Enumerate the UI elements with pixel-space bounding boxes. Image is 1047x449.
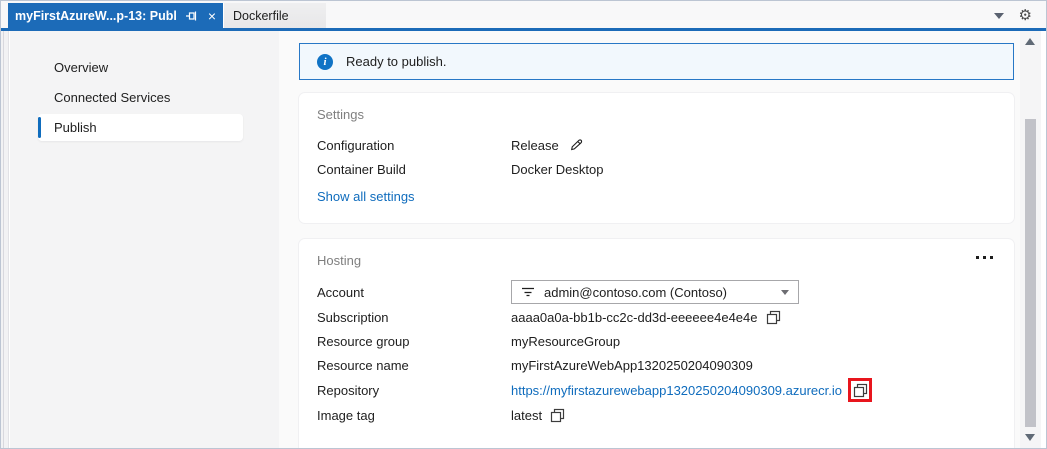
- tab-publish[interactable]: myFirstAzureW...p-13: Publish ×: [8, 3, 223, 28]
- vertical-scrollbar[interactable]: [1020, 31, 1041, 448]
- document-tab-bar: myFirstAzureW...p-13: Publish × Dockerfi…: [1, 1, 1046, 28]
- resource-name-value: myFirstAzureWebApp1320250204090309: [511, 358, 753, 373]
- container-build-row: Container Build Docker Desktop: [317, 157, 996, 181]
- edit-pencil-icon[interactable]: [569, 138, 584, 153]
- chevron-down-icon[interactable]: [994, 13, 1004, 19]
- settings-card: Settings Configuration Release Container…: [299, 93, 1014, 223]
- infobar-text: Ready to publish.: [346, 54, 446, 69]
- repository-row: Repository https://myfirstazurewebapp132…: [317, 377, 996, 403]
- pin-icon[interactable]: [185, 10, 198, 22]
- configuration-row: Configuration Release: [317, 133, 996, 157]
- publish-window: myFirstAzureW...p-13: Publish × Dockerfi…: [0, 0, 1047, 449]
- ellipsis-icon[interactable]: [973, 253, 996, 262]
- container-build-label: Container Build: [317, 162, 511, 177]
- tab-dockerfile-label: Dockerfile: [233, 9, 289, 23]
- window-left-gutter: [1, 31, 9, 448]
- filter-icon: [521, 285, 535, 300]
- sidebar-item-overview[interactable]: Overview: [10, 52, 279, 82]
- image-tag-row: Image tag latest: [317, 403, 996, 427]
- account-row: Account admin@contoso.com (Contoso): [317, 279, 996, 305]
- settings-title: Settings: [317, 107, 996, 122]
- account-value: admin@contoso.com (Contoso): [544, 285, 727, 300]
- repository-label: Repository: [317, 383, 511, 398]
- copy-icon[interactable]: [853, 383, 868, 398]
- image-tag-value: latest: [511, 408, 542, 423]
- copy-icon[interactable]: [550, 408, 565, 423]
- resource-group-label: Resource group: [317, 334, 511, 349]
- tab-publish-label: myFirstAzureW...p-13: Publish: [15, 9, 176, 23]
- publish-main-panel: i Ready to publish. Settings Configurati…: [279, 31, 1020, 448]
- sidebar-item-publish[interactable]: Publish: [38, 114, 243, 141]
- image-tag-label: Image tag: [317, 408, 511, 423]
- tab-dockerfile[interactable]: Dockerfile: [223, 3, 326, 28]
- repository-link[interactable]: https://myfirstazurewebapp13202502040903…: [511, 383, 842, 398]
- hosting-rows: Account admin@contoso.com (Contoso) Subs…: [317, 279, 996, 427]
- publish-sidebar: Overview Connected Services Publish: [10, 31, 279, 448]
- account-label: Account: [317, 285, 511, 300]
- ready-to-publish-infobar: i Ready to publish.: [299, 43, 1014, 80]
- subscription-row: Subscription aaaa0a0a-bb1b-cc2c-dd3d-eee…: [317, 305, 996, 329]
- resource-group-value: myResourceGroup: [511, 334, 620, 349]
- show-all-settings-link[interactable]: Show all settings: [317, 189, 415, 204]
- container-build-value: Docker Desktop: [511, 162, 603, 177]
- chevron-down-icon: [781, 290, 789, 295]
- info-icon: i: [317, 54, 333, 70]
- account-dropdown[interactable]: admin@contoso.com (Contoso): [511, 280, 799, 304]
- gear-icon[interactable]: ⚙: [1019, 8, 1032, 23]
- resource-name-label: Resource name: [317, 358, 511, 373]
- resource-group-row: Resource group myResourceGroup: [317, 329, 996, 353]
- subscription-value: aaaa0a0a-bb1b-cc2c-dd3d-eeeeee4e4e4e: [511, 310, 758, 325]
- sidebar-item-label: Overview: [54, 60, 108, 75]
- scrollbar-down-arrow-icon[interactable]: [1025, 434, 1035, 441]
- hosting-card: Hosting Account admin@contoso.com (Conto…: [299, 239, 1014, 449]
- configuration-label: Configuration: [317, 138, 511, 153]
- copy-icon-highlight-box: [848, 378, 872, 402]
- tab-bar-controls: ⚙: [994, 8, 1032, 23]
- sidebar-item-connected-services[interactable]: Connected Services: [10, 82, 279, 112]
- hosting-title: Hosting: [317, 253, 996, 268]
- subscription-label: Subscription: [317, 310, 511, 325]
- close-icon[interactable]: ×: [208, 9, 216, 23]
- configuration-value: Release: [511, 138, 559, 153]
- resource-name-row: Resource name myFirstAzureWebApp13202502…: [317, 353, 996, 377]
- copy-icon[interactable]: [766, 310, 781, 325]
- scrollbar-thumb[interactable]: [1025, 119, 1036, 427]
- sidebar-item-label: Publish: [54, 120, 97, 135]
- scrollbar-up-arrow-icon[interactable]: [1025, 38, 1035, 45]
- sidebar-item-label: Connected Services: [54, 90, 170, 105]
- settings-rows: Configuration Release Container Build Do…: [317, 133, 996, 181]
